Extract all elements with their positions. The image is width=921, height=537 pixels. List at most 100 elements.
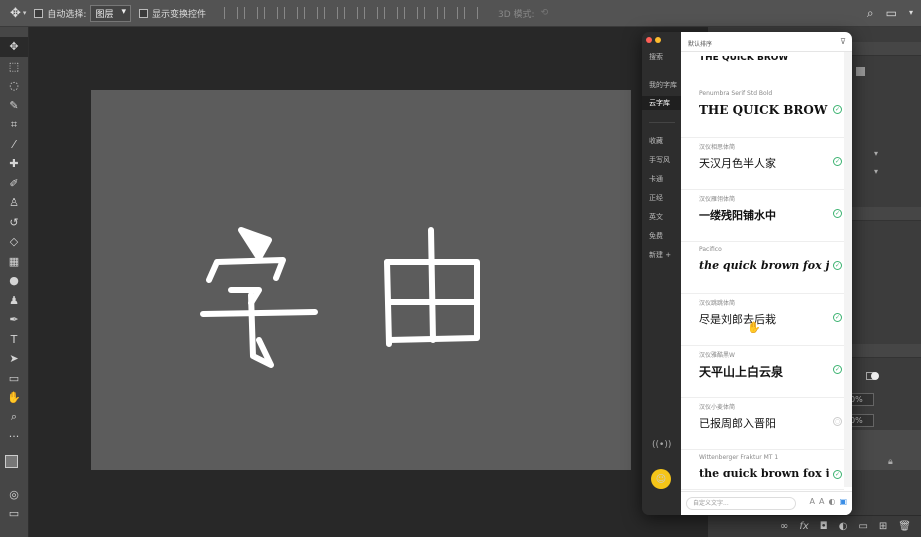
quick-mask-icon[interactable]: ◎ bbox=[0, 485, 28, 505]
font-size-large-icon[interactable]: A bbox=[819, 497, 824, 506]
foreground-color[interactable] bbox=[5, 454, 18, 468]
minimize-button[interactable] bbox=[655, 37, 661, 43]
mask-icon[interactable]: ◘ bbox=[820, 521, 828, 532]
distribute-left-icon[interactable] bbox=[344, 7, 359, 19]
gradient-tool-icon[interactable]: ▦ bbox=[0, 252, 28, 272]
distribute-vcenter-icon[interactable] bbox=[424, 7, 439, 19]
new-layer-icon[interactable]: ⊞ bbox=[879, 521, 887, 532]
installed-check-icon[interactable]: ✓ bbox=[833, 105, 842, 114]
dodge-tool-icon[interactable]: ♟ bbox=[0, 291, 28, 311]
list-item[interactable]: 汉仪跳跳体简 尽是刘郎去后栽 ✓ bbox=[681, 294, 844, 346]
list-item[interactable]: 汉仪小麦体简 已报周郎入晋阳 ○ bbox=[681, 398, 844, 450]
installed-check-icon[interactable]: ✓ bbox=[833, 365, 842, 374]
hand-tool-icon[interactable]: ✋ bbox=[0, 388, 28, 408]
align-hcenter-icon[interactable] bbox=[244, 7, 259, 19]
filter-icon[interactable]: ⊽ bbox=[840, 37, 846, 46]
pen-tool-icon[interactable]: ✒ bbox=[0, 310, 28, 330]
folder-icon[interactable]: ▭ bbox=[858, 521, 867, 532]
zoom-tool-icon[interactable]: ⌕ bbox=[0, 408, 28, 428]
document-canvas[interactable]: 字由 bbox=[91, 90, 631, 470]
download-icon[interactable]: ○ bbox=[833, 417, 842, 426]
distribute-bottom-icon[interactable] bbox=[444, 7, 459, 19]
marquee-tool-icon[interactable]: ⬚ bbox=[0, 57, 28, 77]
align-vcenter-icon[interactable] bbox=[304, 7, 319, 19]
align-bottom-icon[interactable] bbox=[324, 7, 339, 19]
list-item[interactable]: Pacifico the quick brown fox jumps ✓ bbox=[681, 242, 844, 294]
workspace-icon[interactable]: ▭ bbox=[886, 6, 897, 21]
nav-category-formal[interactable]: 正经 bbox=[642, 191, 681, 205]
type-tool-icon[interactable]: T bbox=[0, 330, 28, 350]
color-swatches[interactable] bbox=[0, 447, 28, 485]
trash-icon[interactable]: 🗑︎ bbox=[898, 521, 911, 532]
nav-cloud-library[interactable]: 云字库 bbox=[642, 96, 681, 110]
adjustment-icon[interactable]: ◐ bbox=[839, 521, 848, 532]
nav-category-handwriting[interactable]: 手写风 bbox=[642, 153, 681, 167]
chevron-down-icon[interactable]: ▾ bbox=[874, 167, 880, 176]
close-button[interactable] bbox=[646, 37, 652, 43]
auto-select-dropdown[interactable]: 图层 ▾ bbox=[90, 4, 132, 22]
contrast-icon[interactable]: ◐ bbox=[828, 497, 835, 506]
distribute-hcenter-icon[interactable] bbox=[364, 7, 379, 19]
list-item[interactable]: Penumbra Serif Std Bold THE QUICK BROW ✓ bbox=[681, 86, 844, 138]
clone-stamp-icon[interactable]: ♙ bbox=[0, 193, 28, 213]
move-tool-icon[interactable]: ✥ bbox=[0, 37, 28, 57]
eyedropper-tool-icon[interactable]: ⁄ bbox=[0, 135, 28, 155]
scrollbar[interactable] bbox=[844, 52, 852, 487]
list-item[interactable]: 汉仪雅酷黑W 天平山上白云泉 ✓ bbox=[681, 346, 844, 398]
link-icon[interactable]: ∞ bbox=[780, 521, 788, 532]
distribute-right-icon[interactable] bbox=[384, 7, 399, 19]
installed-check-icon[interactable]: ✓ bbox=[833, 313, 842, 322]
tools-panel: ✥ ⬚ ◌ ✎ ⌗ ⁄ ✚ ✐ ♙ ↺ ◇ ▦ ● ♟ ✒ T ➤ ▭ ✋ ⌕ … bbox=[0, 27, 29, 537]
nav-my-library[interactable]: 我的字库 bbox=[642, 78, 681, 92]
nav-category-english[interactable]: 英文 bbox=[642, 210, 681, 224]
avatar[interactable]: ☺ bbox=[651, 469, 671, 489]
distribute-top-icon[interactable] bbox=[404, 7, 419, 19]
chevron-down-icon[interactable]: ▾ bbox=[909, 8, 913, 21]
screen-mode-icon[interactable]: ▭ bbox=[0, 504, 28, 524]
history-brush-icon[interactable]: ↺ bbox=[0, 213, 28, 233]
auto-align-icon[interactable] bbox=[464, 7, 479, 19]
fx-icon[interactable]: fx bbox=[799, 521, 808, 532]
move-tool-icon[interactable]: ✥ bbox=[10, 6, 21, 21]
nav-category-cartoon[interactable]: 卡通 bbox=[642, 172, 681, 186]
sort-label[interactable]: 默认排序 bbox=[688, 41, 712, 48]
installed-check-icon[interactable]: ✓ bbox=[833, 261, 842, 270]
lock-icon[interactable]: 🔒︎ bbox=[888, 457, 893, 467]
color-swatch[interactable] bbox=[856, 67, 865, 76]
healing-brush-icon[interactable]: ✚ bbox=[0, 154, 28, 174]
nav-category-favorites[interactable]: 收藏 bbox=[642, 134, 681, 148]
app-settings-icon[interactable]: ▣ bbox=[839, 497, 847, 506]
installed-check-icon[interactable]: ✓ bbox=[833, 470, 842, 479]
chevron-down-icon[interactable]: ▾ bbox=[874, 149, 880, 158]
nav-category-free[interactable]: 免费 bbox=[642, 229, 681, 243]
installed-check-icon[interactable]: ✓ bbox=[833, 157, 842, 166]
installed-check-icon[interactable]: ✓ bbox=[833, 209, 842, 218]
search-icon[interactable]: ⌕ bbox=[867, 6, 874, 21]
toggle-knob[interactable] bbox=[871, 372, 879, 380]
crop-tool-icon[interactable]: ⌗ bbox=[0, 115, 28, 135]
quick-select-tool-icon[interactable]: ✎ bbox=[0, 96, 28, 116]
blur-tool-icon[interactable]: ● bbox=[0, 271, 28, 291]
align-left-icon[interactable] bbox=[224, 7, 239, 19]
font-preview: the quick brown fox jumps bbox=[699, 467, 829, 477]
auto-select-checkbox[interactable] bbox=[34, 8, 44, 18]
lasso-tool-icon[interactable]: ◌ bbox=[0, 76, 28, 96]
align-top-icon[interactable] bbox=[284, 7, 299, 19]
more-tools-icon[interactable]: ··· bbox=[0, 427, 28, 447]
nav-search[interactable]: 搜索 bbox=[642, 50, 681, 64]
align-right-icon[interactable] bbox=[264, 7, 279, 19]
rectangle-tool-icon[interactable]: ▭ bbox=[0, 369, 28, 389]
eraser-tool-icon[interactable]: ◇ bbox=[0, 232, 28, 252]
show-transform-checkbox[interactable] bbox=[139, 8, 149, 18]
list-item[interactable]: 汉仪相思体简 天汉月色半人家 ✓ bbox=[681, 138, 844, 190]
nav-new-collection[interactable]: 新建 + bbox=[642, 248, 681, 262]
character-you bbox=[384, 227, 480, 347]
custom-text-input[interactable]: 自定义文字... bbox=[686, 497, 796, 510]
chevron-down-icon[interactable]: ▾ bbox=[23, 9, 27, 17]
sync-icon[interactable]: ((•)) bbox=[652, 440, 671, 450]
brush-tool-icon[interactable]: ✐ bbox=[0, 174, 28, 194]
list-item[interactable]: 汉仪雁翎体简 一缕残阳铺水中 ✓ bbox=[681, 190, 844, 242]
path-select-icon[interactable]: ➤ bbox=[0, 349, 28, 369]
list-item[interactable]: Wittenberger Fraktur MT 1 the quick brow… bbox=[681, 450, 844, 490]
font-size-small-icon[interactable]: A bbox=[809, 497, 814, 506]
